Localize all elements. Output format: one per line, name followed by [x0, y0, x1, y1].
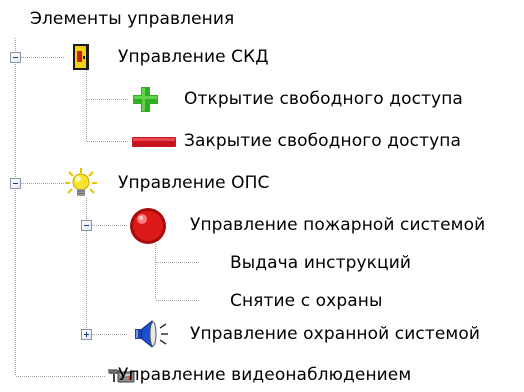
expand-toggle-security[interactable] [81, 329, 92, 340]
lightbulb-icon [65, 168, 97, 196]
tree-node-close-access[interactable]: Закрытие свободного доступа [184, 130, 461, 152]
tree-node-video[interactable]: Управление видеонаблюдением [118, 364, 411, 386]
tree-node-instructions[interactable]: Выдача инструкций [230, 252, 411, 274]
minus-icon [132, 137, 176, 147]
tree-root-label[interactable]: Элементы управления [30, 8, 234, 30]
plus-icon [133, 87, 158, 112]
tree-node-open-access[interactable]: Открытие свободного доступа [184, 88, 463, 110]
tree-node-skd[interactable]: Управление СКД [118, 46, 269, 68]
collapse-toggle-ops[interactable] [10, 178, 21, 189]
tree-node-security-system[interactable]: Управление охранной системой [190, 323, 480, 345]
collapse-toggle-skd[interactable] [10, 52, 21, 63]
tree-node-ops[interactable]: Управление ОПС [118, 172, 270, 194]
tree-node-disarm[interactable]: Снятие с охраны [230, 290, 382, 312]
speaker-icon [135, 319, 168, 349]
tree-view[interactable]: Элементы управления Управление СКД Откры… [0, 0, 524, 392]
door-icon [73, 44, 89, 70]
red-lamp-icon [130, 208, 166, 244]
tree-node-fire-system[interactable]: Управление пожарной системой [190, 214, 485, 236]
collapse-toggle-fire[interactable] [81, 220, 92, 231]
